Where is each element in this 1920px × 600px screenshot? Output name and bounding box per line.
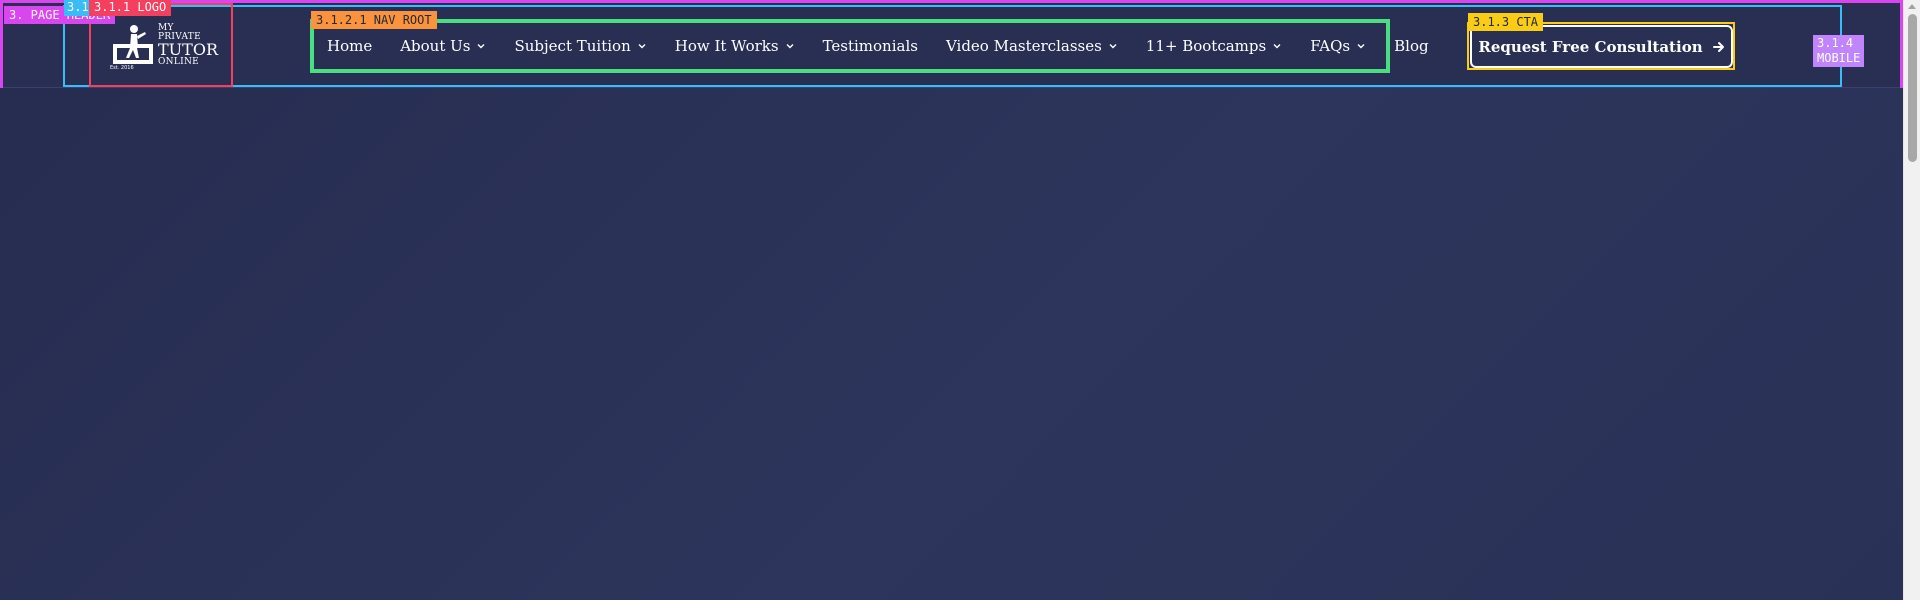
nav-item-video-masterclasses[interactable]: Video Masterclasses (946, 37, 1118, 55)
annotation-logo: 3.1.1 LOGO (89, 0, 172, 16)
nav-item-label: Video Masterclasses (945, 37, 1102, 55)
chevron-down-icon (477, 44, 485, 49)
main-navigation: Home About Us Subject Tuition How It Works T… (310, 19, 1429, 73)
logo-established: Est. 2016 (110, 65, 134, 71)
site-logo[interactable]: MY PRIVATE TUTOR ONLINE (110, 18, 218, 72)
nav-item-label: How It Works (674, 37, 779, 55)
page-scrollbar[interactable] (1903, 0, 1920, 600)
nav-item-label: Subject Tuition (514, 37, 631, 55)
annotation-mobile-line1: 3.1.4 (1817, 36, 1854, 50)
logo-line1: MY PRIVATE (158, 22, 201, 42)
annotation-mobile[interactable]: 3.1.4 MOBILE (1813, 35, 1865, 67)
scroll-up-arrow-icon[interactable] (1908, 4, 1916, 9)
logo-line2: TUTOR (158, 39, 218, 59)
nav-item-home[interactable]: Home (327, 37, 372, 55)
chevron-down-icon (786, 44, 794, 49)
annotation-mobile-line2: MOBILE (1817, 51, 1861, 65)
nav-item-11-bootcamps[interactable]: 11+ Bootcamps (1146, 37, 1282, 55)
chevron-down-icon (1357, 44, 1365, 49)
nav-item-subject-tuition[interactable]: Subject Tuition (514, 37, 646, 55)
nav-item-label: About Us (400, 37, 471, 55)
chevron-down-icon (638, 44, 646, 49)
request-consultation-button[interactable]: Request Free Consultation (1470, 25, 1733, 68)
tutor-logo-icon (113, 25, 153, 64)
nav-item-faqs[interactable]: FAQs (1310, 37, 1366, 55)
nav-item-about-us[interactable]: About Us (400, 37, 486, 55)
nav-item-label: Blog (1394, 37, 1429, 55)
chevron-down-icon (1109, 44, 1117, 49)
nav-item-label: FAQs (1310, 37, 1351, 55)
nav-item-blog[interactable]: Blog (1394, 37, 1428, 55)
chevron-down-icon (1273, 44, 1281, 49)
nav-item-how-it-works[interactable]: How It Works (675, 37, 795, 55)
annotation-cta: 3.1.3 CTA (1468, 13, 1544, 31)
annotation-container: 3.1 (64, 0, 92, 16)
nav-item-label: 11+ Bootcamps (1145, 37, 1267, 55)
nav-item-label: Testimonials (822, 37, 918, 55)
nav-item-label: Home (327, 37, 373, 55)
logo-line3: ONLINE (158, 56, 200, 67)
annotation-nav-root: 3.1.2.1 NAV ROOT (311, 11, 437, 29)
arrow-right-icon (1712, 41, 1724, 52)
scrollbar-thumb[interactable] (1908, 14, 1917, 162)
cta-label: Request Free Consultation (1478, 37, 1703, 56)
nav-item-testimonials[interactable]: Testimonials (823, 37, 918, 55)
